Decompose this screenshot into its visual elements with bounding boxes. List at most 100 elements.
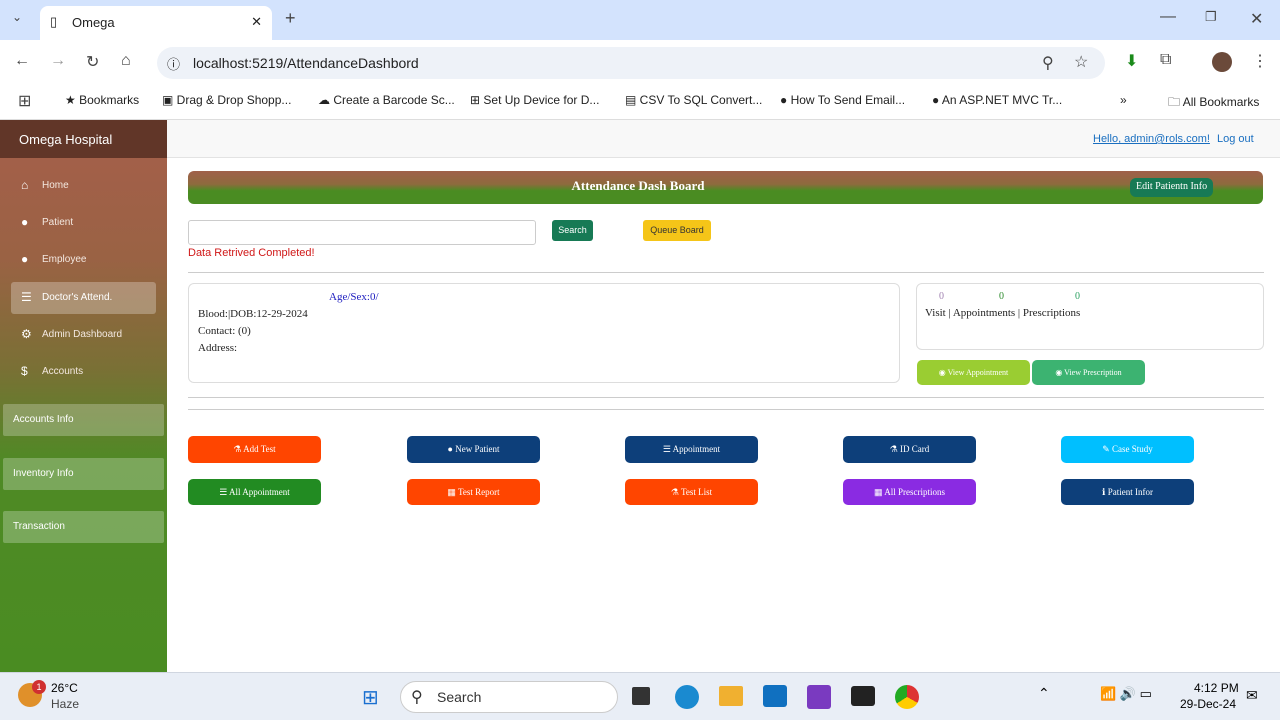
dashboard-banner: Attendance Dash Board Edit Patientn Info <box>188 171 1263 204</box>
visual-studio-icon[interactable] <box>807 685 831 709</box>
bookmark-item[interactable]: ▤ CSV To SQL Convert... <box>625 93 762 107</box>
action-button-case-study[interactable]: ✎ Case Study <box>1061 436 1194 463</box>
sidebar-item-admin-dashboard[interactable]: ⚙ Admin Dashboard <box>11 319 156 351</box>
browser-tab[interactable]: ▯ Omega ✕ <box>40 6 272 40</box>
action-label: ID Card <box>900 444 930 454</box>
more-bookmarks-icon[interactable]: » <box>1120 93 1127 107</box>
queue-board-button[interactable]: Queue Board <box>643 220 711 241</box>
minimize-icon[interactable]: — <box>1160 8 1176 26</box>
apps-icon[interactable]: ⊞ <box>18 91 31 111</box>
section-inventory-info[interactable]: Inventory Info <box>3 458 164 490</box>
clock-time[interactable]: 4:12 PM <box>1194 681 1239 695</box>
action-button-appointment[interactable]: ☰ Appointment <box>625 436 758 463</box>
action-label: Add Test <box>243 444 276 454</box>
extensions-icon[interactable]: ⧉ <box>1160 51 1171 69</box>
weather-desc: Haze <box>51 697 80 711</box>
profile-avatar[interactable] <box>1212 52 1232 72</box>
sidebar: Omega Hospital ⌂ Home ● Patient ● Employee … <box>0 120 167 672</box>
sidebar-item-accounts[interactable]: $ Accounts <box>11 356 156 388</box>
action-button-new-patient[interactable]: ● New Patient <box>407 436 540 463</box>
top-header: Hello, admin@rols.com! Log out <box>167 120 1280 158</box>
wifi-volume-battery-icons[interactable]: 📶 🔊 ▭ <box>1100 686 1152 702</box>
menu-icon[interactable]: ⋮ <box>1252 51 1268 71</box>
terminal-icon[interactable] <box>851 686 875 706</box>
dollar-icon: $ <box>21 364 28 378</box>
info-icon[interactable]: ⓘ <box>167 54 180 73</box>
new-tab-icon[interactable]: + <box>285 8 296 29</box>
close-tab-icon[interactable]: ✕ <box>251 14 262 30</box>
bookmark-item[interactable]: ★ Bookmarks <box>65 93 139 107</box>
close-window-icon[interactable]: ✕ <box>1250 9 1263 29</box>
chrome-icon[interactable] <box>895 685 919 709</box>
section-transaction[interactable]: Transaction <box>3 511 164 543</box>
view-appointment-button[interactable]: ◉ View Appointment <box>917 360 1030 385</box>
outlook-icon[interactable] <box>763 685 787 707</box>
search-button[interactable]: Search <box>552 220 593 241</box>
user-greeting-link[interactable]: Hello, admin@rols.com! <box>1093 133 1210 145</box>
edit-patient-info-button[interactable]: Edit Patientn Info <box>1130 178 1214 197</box>
forward-icon[interactable]: → <box>50 52 66 70</box>
windows-start-icon[interactable]: ⊞ <box>362 685 379 710</box>
file-explorer-icon[interactable] <box>719 686 743 706</box>
patient-info-card: Age/Sex:0/ Blood:|DOB:12-29-2024 Contact… <box>188 283 900 383</box>
sidebar-item-employee[interactable]: ● Employee <box>11 244 156 276</box>
grid-icon: ▦ <box>873 487 885 497</box>
action-button-patient-infor[interactable]: ℹ Patient Infor <box>1061 479 1194 505</box>
download-icon[interactable]: ⬇ <box>1125 51 1138 71</box>
bookmark-item[interactable]: ☁ Create a Barcode Sc... <box>318 93 455 107</box>
reload-icon[interactable]: ↻ <box>86 52 99 72</box>
edge-icon[interactable] <box>675 685 699 709</box>
divider <box>188 409 1264 410</box>
users-icon: ● <box>21 252 29 266</box>
action-button-all-prescriptions[interactable]: ▦ All Prescriptions <box>843 479 976 505</box>
home-icon[interactable]: ⌂ <box>121 52 131 70</box>
address: Address: <box>198 342 238 354</box>
grid-icon: ▦ <box>447 487 458 497</box>
task-view-icon[interactable] <box>632 687 650 705</box>
brand[interactable]: Omega Hospital <box>0 120 167 158</box>
flask-icon: ⚗ <box>670 487 682 497</box>
tab-search-icon[interactable]: ⌄ <box>12 10 22 24</box>
view-prescription-button[interactable]: ◉ View Prescription <box>1032 360 1145 385</box>
bookmark-star-icon[interactable]: ☆ <box>1074 52 1088 72</box>
bookmark-item[interactable]: ▣ Drag & Drop Shopp... <box>162 93 291 107</box>
stats-card: 0 0 0 Visit | Appointments | Prescriptio… <box>916 283 1264 350</box>
logout-link[interactable]: Log out <box>1217 133 1254 145</box>
action-button-all-appointment[interactable]: ☰ All Appointment <box>188 479 321 505</box>
status-message: Data Retrived Completed! <box>188 247 315 259</box>
taskbar-search[interactable]: ⚲ Search <box>400 681 618 713</box>
bookmark-item[interactable]: ● An ASP.NET MVC Tr... <box>932 93 1062 107</box>
action-button-test-list[interactable]: ⚗ Test List <box>625 479 758 505</box>
sidebar-item-home[interactable]: ⌂ Home <box>11 170 156 202</box>
bookmark-item[interactable]: ⊞ Set Up Device for D... <box>470 93 599 107</box>
action-button-id-card[interactable]: ⚗ ID Card <box>843 436 976 463</box>
sidebar-item-patient[interactable]: ● Patient <box>11 207 156 239</box>
url-bar[interactable]: ⓘ localhost:5219/AttendanceDashbord ⚲ ☆ <box>157 47 1105 79</box>
page-title: Attendance Dash Board <box>571 178 705 193</box>
action-button-add-test[interactable]: ⚗ Add Test <box>188 436 321 463</box>
action-label: Case Study <box>1112 444 1153 454</box>
bookmark-item[interactable]: ● How To Send Email... <box>780 93 905 107</box>
search-icon: ⚲ <box>411 689 423 706</box>
list-icon: ☰ <box>219 487 230 497</box>
url-text: localhost:5219/AttendanceDashbord <box>193 55 419 71</box>
sidebar-item-doctors-attend[interactable]: ☰ Doctor's Attend. <box>11 282 156 314</box>
restore-icon[interactable]: ❐ <box>1205 9 1217 25</box>
clock-date[interactable]: 29-Dec-24 <box>1180 697 1236 711</box>
eye-icon: ◉ <box>938 368 948 377</box>
gear-icon: ⚙ <box>21 327 32 341</box>
section-accounts-info[interactable]: Accounts Info <box>3 404 164 436</box>
home-icon: ⌂ <box>21 178 29 192</box>
action-label: New Patient <box>455 444 500 454</box>
zoom-icon[interactable]: ⚲ <box>1042 53 1054 73</box>
back-icon[interactable]: ← <box>14 52 30 70</box>
tray-chevron-icon[interactable]: ⌃ <box>1038 685 1050 702</box>
flask-icon: ⚗ <box>889 444 901 454</box>
notifications-icon[interactable]: ✉ <box>1246 687 1258 704</box>
stats-label: Visit | Appointments | Prescriptions <box>925 307 1081 319</box>
list-icon: ☰ <box>21 290 32 304</box>
search-input[interactable] <box>188 220 536 245</box>
action-button-test-report[interactable]: ▦ Test Report <box>407 479 540 505</box>
flask-icon: ⚗ <box>233 444 244 454</box>
all-bookmarks[interactable]: 🗀 All Bookmarks <box>1168 93 1259 114</box>
